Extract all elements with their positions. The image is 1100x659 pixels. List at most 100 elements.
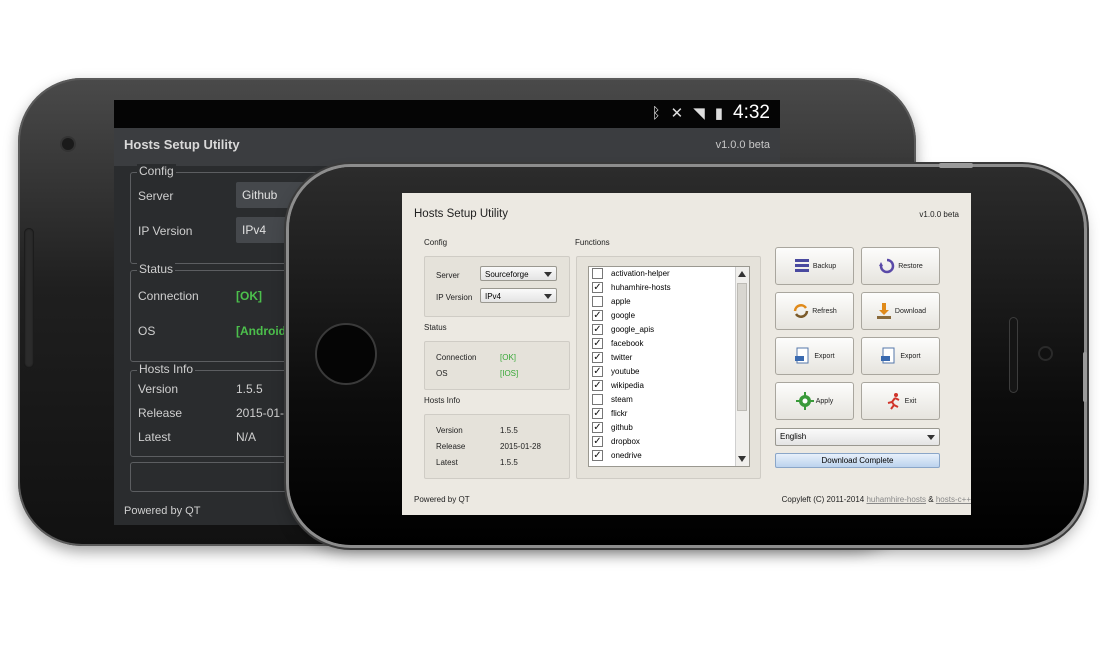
function-item[interactable]: ✓ facebook [589,337,749,351]
android-titlebar: Hosts Setup Utility v1.0.0 beta [114,128,780,166]
export-icon [881,347,895,364]
functions-label: Functions [575,238,610,247]
function-item[interactable]: ✓ google_apis [589,323,749,337]
footer-ampersand: & [928,495,934,504]
backup-button-label: Backup [812,262,837,270]
function-checkbox[interactable]: ✓ [592,352,603,363]
function-checkbox[interactable]: ✓ [592,324,603,335]
function-name: apple [611,297,631,306]
function-name: facebook [611,339,644,348]
restore-button[interactable]: Restore [861,247,940,285]
download-progress-text: Download Complete [821,456,894,465]
function-name: onedrive [611,451,642,460]
android-config-label: Config [137,164,176,178]
download-button-label: Download [894,307,927,315]
function-checkbox[interactable]: ✓ [592,338,603,349]
bluetooth-icon: ᛒ [651,104,661,122]
functions-scrollbar[interactable] [735,267,749,466]
status-panel [424,341,570,390]
function-checkbox[interactable]: ✓ [592,422,603,433]
function-item[interactable]: ✓ dropbox [589,435,749,449]
function-item[interactable]: apple [589,295,749,309]
iphone-side-button [1083,352,1087,402]
ip-version-select[interactable]: IPv4 [480,288,557,303]
os-status: [IOS] [500,369,519,378]
export-button-1[interactable]: Export [775,337,854,375]
chevron-down-icon [544,294,552,299]
android-os-label: OS [138,324,156,338]
exit-button-label: Exit [904,397,917,405]
release-label: Release [436,442,466,451]
function-checkbox[interactable]: ✓ [592,450,603,461]
function-item[interactable]: ✓ flickr [589,407,749,421]
refresh-button[interactable]: Refresh [775,292,854,330]
exit-button[interactable]: Exit [861,382,940,420]
server-select-value: Sourceforge [485,270,529,279]
apply-button-label: Apply [815,397,834,405]
status-time: 4:32 [733,102,770,123]
function-checkbox[interactable] [592,394,603,405]
app-version: v1.0.0 beta [919,210,959,219]
function-name: twitter [611,353,633,362]
huhamhire-hosts-link[interactable]: huhamhire-hosts [866,495,926,504]
export-button-2[interactable]: Export [861,337,940,375]
footer-copyleft: Copyleft (C) 2011-2014 huhamhire-hosts &… [782,495,971,504]
function-item[interactable]: ✓ wikipedia [589,379,749,393]
android-os-value: [Android] [236,324,290,338]
function-name: dropbox [611,437,640,446]
android-server-label: Server [138,189,174,203]
function-checkbox[interactable]: ✓ [592,436,603,447]
android-status-bar: ᛒ ✕ ◥ ▮ 4:32 [114,100,780,128]
iphone-camera [1040,348,1051,359]
ip-version-label: IP Version [436,293,473,302]
function-item[interactable]: activation-helper [589,267,749,281]
function-name: youtube [611,367,640,376]
function-item[interactable]: ✓ twitter [589,351,749,365]
iphone-top-button [939,163,973,168]
function-name: flickr [611,409,628,418]
scroll-thumb[interactable] [737,283,747,411]
download-button[interactable]: Download [861,292,940,330]
function-checkbox[interactable]: ✓ [592,408,603,419]
function-item[interactable]: steam [589,393,749,407]
function-checkbox[interactable] [592,268,603,279]
function-item[interactable]: ✓ huhamhire-hosts [589,281,749,295]
latest-label: Latest [436,458,458,467]
server-select[interactable]: Sourceforge [480,266,557,281]
android-footer: Powered by QT [124,505,201,517]
android-ip-label: IP Version [138,224,193,238]
function-name: github [611,423,633,432]
android-latest-value: N/A [236,430,257,444]
vibrate-off-icon: ✕ [670,105,684,122]
ip-version-select-value: IPv4 [485,292,502,301]
hosts-cpp-link[interactable]: hosts-c++ [936,495,971,504]
function-item[interactable]: ✓ github [589,421,749,435]
android-version-value: 1.5.5 [236,382,263,396]
function-checkbox[interactable]: ✓ [592,366,603,377]
android-camera [62,138,74,150]
scroll-up-icon[interactable] [738,271,746,277]
language-select[interactable]: English [775,428,940,446]
version-value: 1.5.5 [500,426,518,435]
function-checkbox[interactable] [592,296,603,307]
backup-button[interactable]: Backup [775,247,854,285]
connection-label: Connection [436,353,477,362]
android-connection-value: [OK] [236,289,262,303]
status-label: Status [424,323,447,332]
scroll-down-icon[interactable] [738,456,746,462]
release-value: 2015-01-28 [500,442,541,451]
function-item[interactable]: ✓ youtube [589,365,749,379]
android-version-label: Version [138,382,179,396]
function-checkbox[interactable]: ✓ [592,282,603,293]
function-item[interactable]: ✓ onedrive [589,449,749,463]
apply-button[interactable]: Apply [775,382,854,420]
function-name: google_apis [611,325,655,334]
function-name: activation-helper [611,269,670,278]
download-progress-bar: Download Complete [775,453,940,468]
function-checkbox[interactable]: ✓ [592,310,603,321]
function-checkbox[interactable]: ✓ [592,380,603,391]
config-label: Config [424,238,448,247]
function-item[interactable]: ✓ google [589,309,749,323]
functions-list[interactable]: activation-helper ✓ huhamhire-hosts apple ✓ g… [588,266,750,467]
home-button[interactable] [315,323,377,385]
